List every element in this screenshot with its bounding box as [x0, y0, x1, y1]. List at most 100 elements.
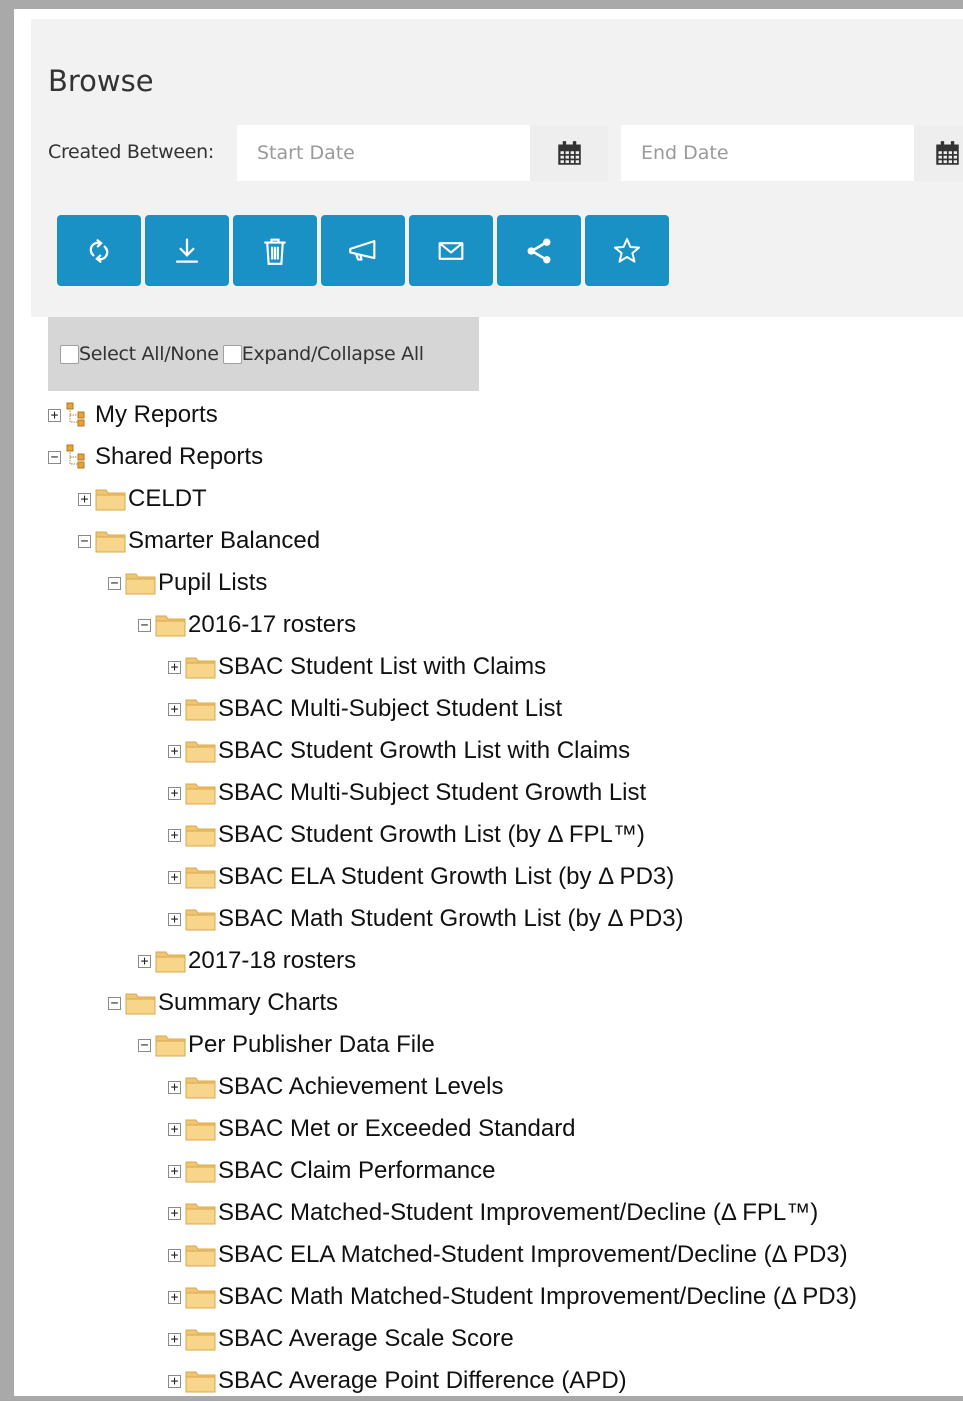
expand-toggle-icon[interactable]: +	[168, 1080, 181, 1094]
tree-node-label[interactable]: SBAC ELA Matched-Student Improvement/Dec…	[218, 1241, 848, 1269]
collapse-toggle-icon[interactable]: −	[138, 618, 151, 632]
calendar-icon	[557, 140, 581, 165]
tree-node-label[interactable]: 2017-18 rosters	[188, 947, 356, 975]
tree-node-label[interactable]: Shared Reports	[95, 443, 263, 471]
delete-button[interactable]	[233, 215, 317, 286]
share-button[interactable]	[497, 215, 581, 286]
tree-node[interactable]: − Summary Charts	[31, 982, 963, 1024]
folder-icon	[185, 1159, 216, 1183]
tree-node[interactable]: +2017-18 rosters	[31, 940, 963, 982]
megaphone-icon	[349, 239, 376, 261]
tree-node[interactable]: + SBAC Achievement Levels	[31, 1066, 963, 1108]
tree-node-label[interactable]: Pupil Lists	[158, 569, 267, 597]
expand-toggle-icon[interactable]: +	[168, 1248, 181, 1262]
expand-all-checkbox[interactable]	[222, 344, 242, 364]
folder-icon	[185, 907, 216, 931]
expand-toggle-icon[interactable]: +	[168, 1290, 181, 1304]
tree-node[interactable]: + SBAC Math Student Growth List (by Δ PD3…	[31, 898, 963, 940]
tree-node[interactable]: + SBAC Student Growth List with Claims	[31, 730, 963, 772]
expand-toggle-icon[interactable]: +	[48, 408, 61, 422]
tree-node[interactable]: + SBAC ELA Student Growth List (by Δ PD3)	[31, 856, 963, 898]
collapse-toggle-icon[interactable]: −	[108, 996, 121, 1010]
expand-toggle-icon[interactable]: +	[168, 1332, 181, 1346]
tree-node[interactable]: + SBAC Average Point Difference (APD)	[31, 1360, 963, 1402]
tree-node[interactable]: + My Reports	[31, 394, 963, 436]
date-range-label: Created Between:	[48, 141, 214, 163]
tree-node[interactable]: − Shared Reports	[31, 436, 963, 478]
expand-toggle-icon[interactable]: +	[168, 870, 181, 884]
tree-node[interactable]: + SBAC Met or Exceeded Standard	[31, 1108, 963, 1150]
tree-node[interactable]: − Pupil Lists	[31, 562, 963, 604]
tree-node-label[interactable]: SBAC Multi-Subject Student Growth List	[218, 779, 646, 807]
email-button[interactable]	[409, 215, 493, 286]
browse-panel: Browse Created Between: Start Date End D…	[31, 19, 963, 1396]
start-date-group	[237, 125, 608, 181]
folder-icon	[125, 571, 156, 595]
tree-node-label[interactable]: SBAC Met or Exceeded Standard	[218, 1115, 576, 1143]
announce-button[interactable]	[321, 215, 405, 286]
expand-toggle-icon[interactable]: +	[168, 702, 181, 716]
refresh-button[interactable]	[57, 215, 141, 286]
action-toolbar	[57, 215, 669, 286]
expand-toggle-icon[interactable]: +	[168, 1122, 181, 1136]
tree-node[interactable]: − Per Publisher Data File	[31, 1024, 963, 1066]
tree-node-label[interactable]: SBAC Student Growth List (by Δ FPL™)	[218, 821, 645, 849]
select-all-toggle[interactable]: Select All/None	[60, 343, 219, 365]
collapse-toggle-icon[interactable]: −	[108, 576, 121, 590]
tree-node-label[interactable]: SBAC Student Growth List with Claims	[218, 737, 630, 765]
download-button[interactable]	[145, 215, 229, 286]
tree-node[interactable]: + CELDT	[31, 478, 963, 520]
tree-node[interactable]: − 2016-17 rosters	[31, 604, 963, 646]
tree-node[interactable]: + SBAC Math Matched-Student Improvement/D…	[31, 1276, 963, 1318]
folder-icon	[185, 865, 216, 889]
expand-toggle-icon[interactable]: +	[168, 1164, 181, 1178]
select-all-checkbox[interactable]	[60, 344, 79, 364]
expand-toggle-icon[interactable]: +	[168, 1374, 181, 1388]
tree-node-label[interactable]: SBAC Math Matched-Student Improvement/De…	[218, 1283, 857, 1311]
tree-node-label[interactable]: SBAC Claim Performance	[218, 1157, 495, 1185]
expand-all-label: Expand/Collapse All	[241, 343, 424, 365]
tree-node-label[interactable]: SBAC Matched-Student Improvement/Decline…	[218, 1199, 818, 1227]
expand-toggle-icon[interactable]: +	[168, 786, 181, 800]
tree-node-label[interactable]: Per Publisher Data File	[188, 1031, 435, 1059]
tree-node-label[interactable]: SBAC ELA Student Growth List (by Δ PD3)	[218, 863, 674, 891]
collapse-toggle-icon[interactable]: −	[78, 534, 91, 548]
expand-toggle-icon[interactable]: +	[168, 912, 181, 926]
tree-node-label[interactable]: My Reports	[95, 401, 218, 429]
tree-node[interactable]: + SBAC Multi-Subject Student Growth List	[31, 772, 963, 814]
tree-node-label[interactable]: SBAC Average Scale Score	[218, 1325, 514, 1353]
tree-node-label[interactable]: Summary Charts	[158, 989, 338, 1017]
start-date-input[interactable]	[237, 125, 530, 181]
tree-node[interactable]: + SBAC Average Scale Score	[31, 1318, 963, 1360]
tree-node[interactable]: + SBAC Multi-Subject Student List	[31, 688, 963, 730]
expand-toggle-icon[interactable]: +	[138, 954, 151, 968]
end-date-calendar-button[interactable]	[914, 125, 963, 181]
tree-node[interactable]: + SBAC Claim Performance	[31, 1150, 963, 1192]
expand-toggle-icon[interactable]: +	[168, 1206, 181, 1220]
tree-node[interactable]: − Smarter Balanced	[31, 520, 963, 562]
expand-toggle-icon[interactable]: +	[168, 660, 181, 674]
favorite-button[interactable]	[585, 215, 669, 286]
tree-node[interactable]: + SBAC Matched-Student Improvement/Declin…	[31, 1192, 963, 1234]
tree-node-label[interactable]: CELDT	[128, 485, 207, 513]
expand-toggle-icon[interactable]: +	[78, 492, 91, 506]
tree-node-label[interactable]: Smarter Balanced	[128, 527, 320, 555]
collapse-toggle-icon[interactable]: −	[48, 450, 61, 464]
tree-node[interactable]: + SBAC ELA Matched-Student Improvement/De…	[31, 1234, 963, 1276]
tree-node-label[interactable]: SBAC Average Point Difference (APD)	[218, 1367, 627, 1395]
select-all-label: Select All/None	[79, 343, 219, 365]
tree-node-label[interactable]: SBAC Multi-Subject Student List	[218, 695, 562, 723]
tree-node-label[interactable]: SBAC Student List with Claims	[218, 653, 546, 681]
tree-node-label[interactable]: 2016-17 rosters	[188, 611, 356, 639]
start-date-calendar-button[interactable]	[530, 125, 608, 181]
tree-node[interactable]: + SBAC Student Growth List (by Δ FPL™)	[31, 814, 963, 856]
tree-node-label[interactable]: SBAC Achievement Levels	[218, 1073, 503, 1101]
expand-all-toggle[interactable]: Expand/Collapse All	[222, 343, 424, 365]
collapse-toggle-icon[interactable]: −	[138, 1038, 151, 1052]
download-icon	[175, 238, 199, 263]
expand-toggle-icon[interactable]: +	[168, 828, 181, 842]
tree-node-label[interactable]: SBAC Math Student Growth List (by Δ PD3)	[218, 905, 684, 933]
end-date-input[interactable]	[621, 125, 914, 181]
tree-node[interactable]: + SBAC Student List with Claims	[31, 646, 963, 688]
expand-toggle-icon[interactable]: +	[168, 744, 181, 758]
